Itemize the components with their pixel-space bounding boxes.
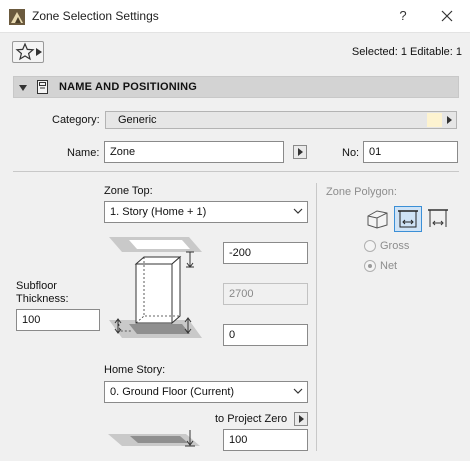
window-title: Zone Selection Settings (32, 9, 159, 23)
section-title: NAME AND POSITIONING (59, 81, 198, 93)
project-zero-field[interactable]: 100 (223, 429, 308, 451)
home-story-label: Home Story: (104, 364, 166, 376)
number-label: No: (342, 147, 360, 159)
zone-top-value: 1. Story (Home + 1) (110, 206, 207, 218)
collapse-triangle-icon[interactable] (19, 85, 27, 91)
radio-selected-dot (368, 264, 372, 268)
net-polygon-icon (398, 210, 418, 228)
name-label: Name: (67, 147, 100, 159)
net-label: Net (380, 260, 398, 272)
project-zero-arrow-button[interactable] (294, 412, 308, 426)
chevron-down-icon (293, 208, 303, 214)
zone-height-diagram (109, 237, 202, 338)
play-arrow-icon (447, 116, 452, 124)
zone-top-select[interactable]: 1. Story (Home + 1) (104, 201, 308, 223)
zone-top-label: Zone Top: (104, 185, 153, 197)
name-arrow-button[interactable] (293, 145, 307, 159)
help-button[interactable]: ? (392, 6, 414, 26)
top-offset-field[interactable]: -200 (223, 242, 308, 264)
star-icon (15, 42, 35, 61)
zone-polygon-label: Zone Polygon: (326, 186, 397, 198)
net-radio[interactable] (364, 260, 376, 272)
project-zero-label: to Project Zero (215, 413, 288, 425)
home-story-select[interactable]: 0. Ground Floor (Current) (104, 381, 308, 403)
polygon-gross-icon[interactable] (426, 207, 450, 231)
project-zero-diagram (108, 430, 200, 447)
bottom-offset-field[interactable]: 0 (223, 324, 308, 346)
divider (13, 171, 459, 172)
app-icon (9, 9, 25, 25)
play-arrow-icon (299, 415, 304, 423)
zone-height-field: 2700 (223, 283, 308, 305)
name-field[interactable]: Zone (104, 141, 284, 163)
favorites-button[interactable] (12, 41, 44, 63)
subfloor-label-line1: Subfloor (16, 280, 57, 292)
home-story-value: 0. Ground Floor (Current) (110, 386, 235, 398)
play-arrow-icon (298, 148, 303, 156)
divider-vertical (316, 183, 317, 451)
gross-radio[interactable] (364, 240, 376, 252)
number-field[interactable]: 01 (363, 141, 458, 163)
play-arrow-icon (36, 48, 42, 56)
category-label: Category: (52, 114, 100, 126)
gross-label: Gross (380, 240, 410, 252)
selection-info: Selected: 1 Editable: 1 (351, 46, 462, 58)
polygon-net-toggle[interactable] (394, 206, 422, 232)
panel-icon (37, 80, 48, 94)
category-value: Generic (118, 114, 157, 126)
close-button[interactable] (434, 6, 460, 26)
polygon-3d-icon[interactable] (365, 207, 391, 231)
subfloor-thickness-field[interactable]: 100 (16, 309, 100, 331)
category-color-swatch (427, 113, 442, 127)
chevron-down-icon (293, 388, 303, 394)
category-field[interactable]: Generic (105, 111, 457, 129)
subfloor-label-line2: Thickness: (16, 293, 69, 305)
close-icon (441, 10, 453, 22)
